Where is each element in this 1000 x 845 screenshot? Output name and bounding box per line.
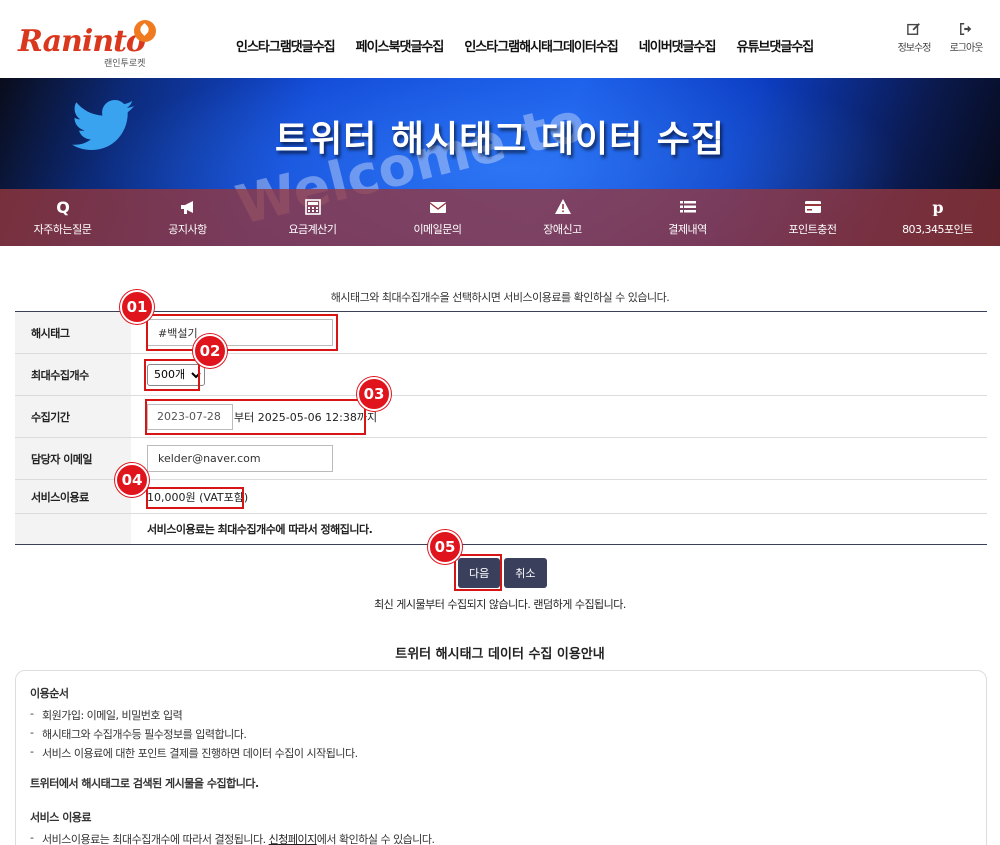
logo[interactable]: Raninto 랜인투로켓	[18, 20, 158, 70]
guide-order-title: 이용순서	[30, 687, 69, 700]
list-icon	[679, 201, 696, 213]
next-button[interactable]: 다음	[458, 558, 501, 588]
step-badge: 01	[120, 290, 154, 324]
logo-text: Raninto	[18, 24, 146, 59]
max-count-label: 최대수집개수	[15, 354, 131, 395]
fee-value: 10,000원 (VAT포함)	[147, 490, 249, 504]
rocket-icon	[134, 20, 156, 42]
step-badge: 05	[428, 530, 462, 564]
header: Raninto 랜인투로켓 인스타그램댓글수집 페이스북댓글수집 인스타그램해시…	[0, 0, 1000, 78]
quick-calculator[interactable]: 요금계산기	[250, 189, 375, 246]
period-cell: 2023-07-28 부터 2025-05-06 12:38까지	[131, 396, 987, 437]
guide-fee-title: 서비스 이용료	[30, 811, 92, 824]
quick-notice[interactable]: 공지사항	[125, 189, 250, 246]
hashtag-cell	[131, 312, 987, 353]
quick-charge-points[interactable]: 포인트충전	[750, 189, 875, 246]
pinterest-icon: p	[932, 198, 943, 216]
period-row: 수집기간 2023-07-28 부터 2025-05-06 12:38까지	[15, 396, 987, 438]
list-item: 해시태그와 수집개수등 필수정보를 입력합니다.	[30, 726, 972, 742]
form-actions: 다음 취소	[458, 558, 547, 588]
application-page-link[interactable]: 신청페이지	[269, 833, 318, 845]
max-count-row: 최대수집개수 500개	[15, 354, 987, 396]
step-badge: 04	[115, 463, 149, 497]
quick-faq-label: 자주하는질문	[33, 223, 92, 236]
quick-menu-bar: Q 자주하는질문 공지사항 요금계산기 이메일문의 장애신고 결제내역 포인트충…	[0, 189, 1000, 246]
list-item: 서비스 이용료에 대한 포인트 결제를 진행하면 데이터 수집이 시작됩니다.	[30, 745, 972, 761]
guide-order-list: 회원가입: 이메일, 비밀번호 입력 해시태그와 수집개수등 필수정보를 입력합…	[30, 707, 972, 761]
warning-icon	[554, 199, 571, 214]
list-item: 회원가입: 이메일, 비밀번호 입력	[30, 707, 972, 723]
fee-note-spacer	[15, 514, 131, 544]
fee-cell: 10,000원 (VAT포함)	[131, 480, 987, 513]
quick-points-balance[interactable]: p 803,345포인트	[875, 189, 1000, 246]
max-count-cell: 500개	[131, 354, 987, 395]
period-label: 수집기간	[15, 396, 131, 437]
svg-text:Q: Q	[56, 198, 70, 216]
page-title: 트위터 해시태그 데이터 수집	[274, 119, 726, 160]
cancel-button[interactable]: 취소	[504, 558, 547, 588]
edit-profile-label: 정보수정	[897, 43, 932, 54]
email-input[interactable]	[147, 445, 333, 472]
fee-text-post: 에서 확인하실 수 있습니다.	[316, 833, 435, 845]
quick-email[interactable]: 이메일문의	[375, 189, 500, 246]
logout-button[interactable]: 로그아웃	[946, 22, 986, 54]
hashtag-label: 해시태그	[15, 312, 131, 353]
step-badge: 03	[357, 377, 391, 411]
email-cell	[131, 438, 987, 479]
email-row: 담당자 이메일	[15, 438, 987, 480]
guide-box: 이용순서 회원가입: 이메일, 비밀번호 입력 해시태그와 수집개수등 필수정보…	[15, 670, 987, 845]
svg-text:p: p	[932, 198, 943, 216]
quick-notice-label: 공지사항	[168, 223, 207, 236]
quick-email-label: 이메일문의	[413, 223, 462, 236]
card-icon	[804, 201, 821, 213]
order-form: 해시태그 최대수집개수 500개 수집기간 2023-07-28 부터 2025…	[15, 311, 987, 545]
list-item: 서비스이용료는 최대수집개수에 따라서 결정됩니다. 신청페이지에서 확인하실 …	[30, 831, 972, 845]
nav-item-youtube-comments[interactable]: 유튜브댓글수집	[737, 36, 815, 55]
random-collection-notice: 최신 게시물부터 수집되지 않습니다. 랜덤하게 수집됩니다.	[374, 598, 626, 611]
nav-item-naver-comments[interactable]: 네이버댓글수집	[639, 36, 717, 55]
start-date-input[interactable]: 2023-07-28	[147, 403, 233, 430]
quick-payments[interactable]: 결제내역	[625, 189, 750, 246]
guide-fee-list: 서비스이용료는 최대수집개수에 따라서 결정됩니다. 신청페이지에서 확인하실 …	[30, 831, 972, 845]
quick-faq[interactable]: Q 자주하는질문	[0, 189, 125, 246]
quick-report[interactable]: 장애신고	[500, 189, 625, 246]
fee-text-pre: 서비스이용료는 최대수집개수에 따라서 결정됩니다.	[42, 833, 269, 845]
quick-payments-label: 결제내역	[668, 223, 707, 236]
fee-note-row: 서비스이용료는 최대수집개수에 따라서 정해집니다.	[15, 514, 987, 545]
logo-subtitle: 랜인투로켓	[104, 59, 146, 69]
max-count-select[interactable]: 500개	[147, 363, 205, 386]
top-nav: 인스타그램댓글수집 페이스북댓글수집 인스타그램해시태그데이터수집 네이버댓글수…	[236, 36, 834, 55]
hero-banner: Welcome to 트위터 해시태그 데이터 수집 Q 자주하는질문 공지사항…	[0, 78, 1000, 246]
nav-item-instagram-comments[interactable]: 인스타그램댓글수집	[236, 36, 336, 55]
guide-title: 트위터 해시태그 데이터 수집 이용안내	[395, 647, 605, 662]
quick-charge-points-label: 포인트충전	[788, 223, 837, 236]
step-badge: 02	[193, 334, 227, 368]
nav-item-instagram-hashtag[interactable]: 인스타그램해시태그데이터수집	[464, 36, 618, 55]
fee-label: 서비스이용료	[15, 480, 131, 513]
guide-description: 트위터에서 해시태그로 검색된 게시물을 수집합니다.	[30, 777, 259, 790]
edit-icon	[907, 23, 920, 35]
q-icon: Q	[56, 198, 70, 216]
logout-icon	[960, 23, 972, 35]
quick-points-balance-label: 803,345포인트	[902, 223, 973, 236]
calculator-icon	[304, 199, 321, 215]
quick-report-label: 장애신고	[543, 223, 582, 236]
edit-profile-button[interactable]: 정보수정	[894, 22, 934, 54]
logout-label: 로그아웃	[949, 43, 984, 54]
quick-calculator-label: 요금계산기	[288, 223, 337, 236]
fee-row: 서비스이용료 10,000원 (VAT포함)	[15, 480, 987, 514]
megaphone-icon	[180, 201, 193, 214]
envelope-icon	[429, 202, 446, 213]
hashtag-row: 해시태그	[15, 312, 987, 354]
fee-note: 서비스이용료는 최대수집개수에 따라서 정해집니다.	[147, 523, 373, 536]
user-menu: 정보수정 로그아웃	[894, 22, 986, 54]
hashtag-input[interactable]	[147, 319, 333, 346]
email-label: 담당자 이메일	[15, 438, 131, 479]
nav-item-facebook-comments[interactable]: 페이스북댓글수집	[356, 36, 445, 55]
period-suffix: 부터 2025-05-06 12:38까지	[234, 410, 378, 424]
